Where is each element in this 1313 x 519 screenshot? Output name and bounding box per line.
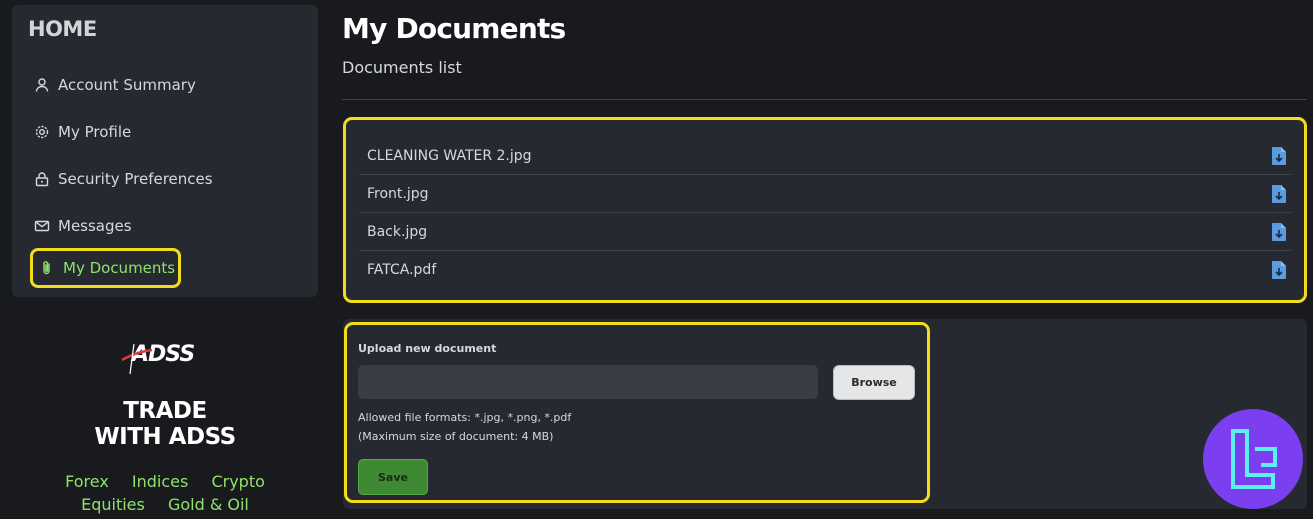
list-item: Back.jpg	[359, 213, 1291, 251]
sidebar-item-label: Messages	[58, 217, 132, 235]
lock-icon	[35, 172, 49, 187]
adss-logo: ADSS	[121, 342, 195, 375]
logo-swoosh-icon	[121, 343, 153, 375]
paperclip-icon	[43, 261, 50, 275]
promo-banner: ADSS TRADE WITH ADSS Forex Indices Crypt…	[12, 330, 318, 515]
list-item: FATCA.pdf	[359, 251, 1291, 289]
save-button[interactable]: Save	[358, 459, 428, 495]
upload-panel: Upload new document Browse Allowed file …	[344, 322, 930, 503]
sidebar-item-security-preferences[interactable]: Security Preferences	[34, 166, 213, 192]
sidebar-item-my-documents[interactable]: My Documents	[30, 248, 181, 288]
divider	[342, 99, 1307, 100]
document-name: Front.jpg	[367, 185, 429, 202]
max-size-hint: (Maximum size of document: 4 MB)	[358, 430, 554, 443]
sidebar-item-label: My Profile	[58, 123, 132, 141]
document-name: Back.jpg	[367, 223, 428, 240]
download-file-icon[interactable]	[1271, 146, 1287, 166]
market-crypto: Crypto	[211, 472, 265, 491]
markets-list: Forex Indices Crypto Equities Gold & Oil	[12, 470, 318, 516]
download-file-icon[interactable]	[1271, 222, 1287, 242]
promo-tagline: TRADE WITH ADSS	[12, 398, 318, 450]
list-item: Front.jpg	[359, 175, 1291, 213]
browse-button[interactable]: Browse	[833, 365, 915, 400]
page-title: My Documents	[342, 12, 566, 45]
documents-list: CLEANING WATER 2.jpg Front.jpg Back.jpg …	[343, 117, 1307, 303]
market-gold-oil: Gold & Oil	[167, 495, 249, 514]
download-file-icon[interactable]	[1271, 260, 1287, 280]
sidebar-item-label: Account Summary	[58, 76, 196, 94]
list-item: CLEANING WATER 2.jpg	[359, 137, 1291, 175]
upload-title: Upload new document	[358, 342, 497, 355]
sidebar-item-my-profile[interactable]: My Profile	[34, 119, 131, 145]
envelope-icon	[34, 220, 50, 232]
sidebar-item-messages[interactable]: Messages	[34, 213, 132, 239]
user-icon	[35, 78, 49, 92]
document-name: FATCA.pdf	[367, 262, 437, 278]
gear-icon	[35, 125, 49, 139]
market-equities: Equities	[81, 495, 145, 514]
tagline-line-1: TRADE	[123, 398, 207, 424]
sidebar-item-label: Security Preferences	[58, 170, 213, 188]
sidebar-item-label: My Documents	[63, 259, 176, 277]
brand-logo-icon	[1231, 429, 1277, 489]
file-path-input[interactable]	[358, 365, 818, 399]
document-name: CLEANING WATER 2.jpg	[367, 147, 532, 164]
download-file-icon[interactable]	[1271, 184, 1287, 204]
sidebar-item-account-summary[interactable]: Account Summary	[34, 72, 196, 98]
sidebar: HOME Account Summary My Profile Security…	[12, 5, 318, 297]
page-subtitle: Documents list	[342, 58, 462, 77]
sidebar-home-title: HOME	[28, 17, 97, 41]
market-forex: Forex	[65, 472, 109, 491]
market-indices: Indices	[131, 472, 189, 491]
allowed-formats-hint: Allowed file formats: *.jpg, *.png, *.pd…	[358, 411, 572, 424]
tagline-line-2: WITH ADSS	[94, 424, 236, 450]
brand-badge-logo	[1203, 409, 1303, 509]
